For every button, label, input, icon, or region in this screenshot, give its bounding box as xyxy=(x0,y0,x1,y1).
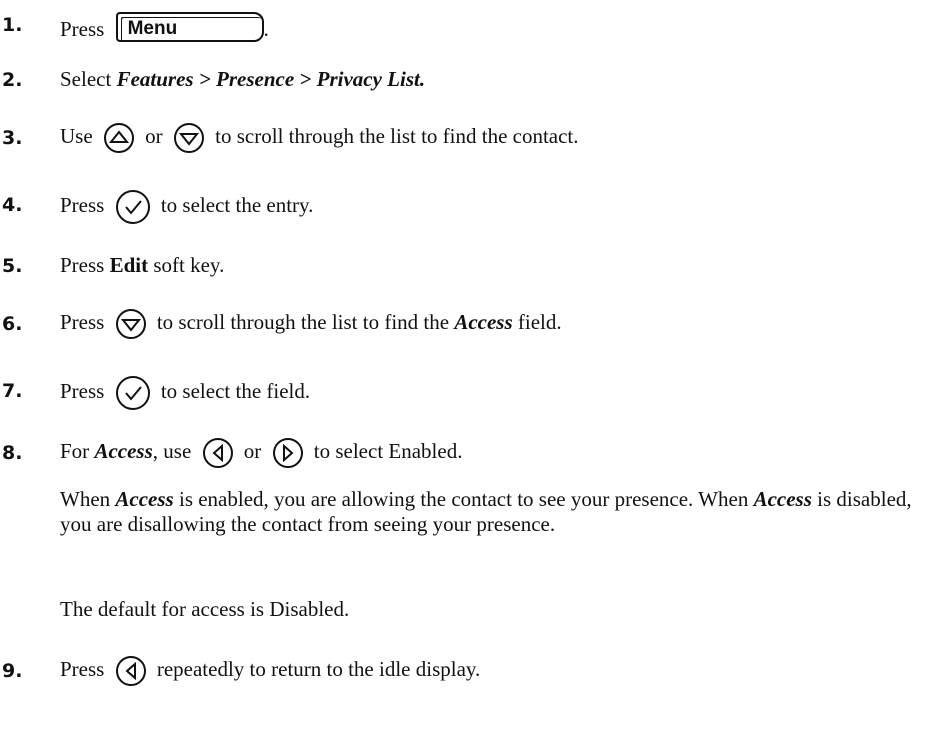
step-text: Press xyxy=(60,192,105,217)
step-text: to select the field. xyxy=(160,378,311,403)
step-number: 4. xyxy=(2,194,23,216)
step-text: Press xyxy=(60,378,105,403)
select-check-icon[interactable] xyxy=(115,190,150,224)
step-text: or xyxy=(145,124,163,148)
step-text: to scroll through the list to find the c… xyxy=(215,124,579,148)
menu-key-label: Menu xyxy=(127,18,178,39)
step-number: 2. xyxy=(2,69,23,91)
step-text: to select the entry. xyxy=(160,192,314,217)
step-number: 5. xyxy=(2,255,23,277)
field-name: Access xyxy=(94,439,153,463)
step-3: 3. Use or to scroll through the list to … xyxy=(0,117,920,157)
step-text: to select Enabled. xyxy=(313,439,463,463)
step-text: soft key. xyxy=(153,253,225,277)
menu-key-button[interactable]: Menu xyxy=(115,12,264,42)
step-6: 6. Press to scroll through the list to f… xyxy=(0,303,920,343)
step-text: For xyxy=(60,439,90,463)
step-number: 7. xyxy=(2,380,23,402)
step-text: , use xyxy=(152,439,192,463)
step-9: 9. Press repeatedly to return to the idl… xyxy=(0,650,920,690)
step-text: field. xyxy=(517,310,562,334)
field-name: Access xyxy=(115,487,174,511)
down-arrow-icon[interactable] xyxy=(115,309,146,340)
step-text: or xyxy=(243,439,262,463)
field-name: Access xyxy=(454,310,513,334)
step-8: 8. For Access, use or to select Enabled. xyxy=(0,432,920,472)
step-text: Select xyxy=(60,67,112,91)
left-arrow-icon[interactable] xyxy=(115,656,146,687)
default-note: The default for access is Disabled. xyxy=(60,597,350,621)
down-arrow-icon[interactable] xyxy=(173,123,204,154)
step-text: Press xyxy=(60,17,105,41)
right-arrow-icon[interactable] xyxy=(272,438,303,469)
step-number: 6. xyxy=(2,313,23,335)
step-1: 1. Press Menu. xyxy=(0,6,920,42)
note-text: When xyxy=(60,487,111,511)
left-arrow-icon[interactable] xyxy=(202,438,233,469)
step-text: . xyxy=(263,17,269,41)
step-text: repeatedly to return to the idle display… xyxy=(156,657,481,681)
step-text: Press xyxy=(60,253,105,277)
step-text: to scroll through the list to find the xyxy=(156,310,450,334)
menu-path: Features > Presence > Privacy List. xyxy=(116,67,426,91)
step-4: 4. Press to select the entry. xyxy=(0,184,920,224)
step-number: 3. xyxy=(2,127,23,149)
step-text: Press xyxy=(60,657,105,681)
access-note: When Access is enabled, you are allowing… xyxy=(60,487,920,537)
up-arrow-icon[interactable] xyxy=(103,123,134,154)
step-number: 1. xyxy=(2,14,23,36)
note-text: is enabled, you are allowing the contact… xyxy=(178,487,694,511)
edit-softkey-label: Edit xyxy=(109,253,149,277)
step-text: Use xyxy=(60,124,93,148)
step-5: 5. Press Edit soft key. xyxy=(0,252,920,282)
step-number: 9. xyxy=(2,660,23,682)
step-number: 8. xyxy=(2,442,23,464)
note-text: When xyxy=(698,487,749,511)
field-name: Access xyxy=(753,487,812,511)
step-7: 7. Press to select the field. xyxy=(0,370,920,410)
step-text: Press xyxy=(60,310,105,334)
step-2: 2. Select Features > Presence > Privacy … xyxy=(0,66,920,96)
select-check-icon[interactable] xyxy=(115,376,150,410)
